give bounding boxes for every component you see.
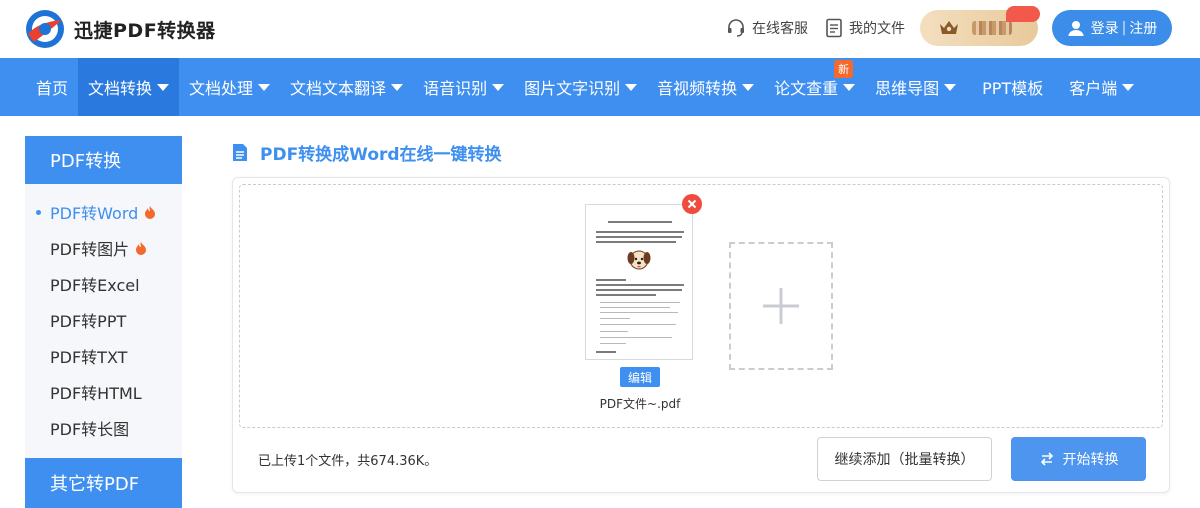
nav-item-paper-check[interactable]: 论文查重 新 bbox=[764, 58, 865, 116]
register-label[interactable]: 注册 bbox=[1129, 18, 1157, 38]
dog-illustration bbox=[627, 250, 651, 270]
sidebar-item-pdf-to-ppt[interactable]: PDF转PPT bbox=[25, 302, 182, 338]
page-title: PDF转换成Word在线一键转换 bbox=[232, 140, 502, 165]
my-files-link[interactable]: 我的文件 bbox=[825, 18, 905, 38]
user-icon bbox=[1068, 21, 1084, 36]
headset-icon bbox=[728, 19, 744, 37]
vip-promo-tag bbox=[1006, 6, 1040, 22]
nav-item-doc-translate[interactable]: 文档文本翻译 bbox=[280, 58, 413, 116]
close-icon bbox=[687, 199, 697, 209]
upload-status: 已上传1个文件，共674.36K。 bbox=[258, 454, 438, 469]
continue-add-button[interactable]: 继续添加（批量转换） bbox=[817, 437, 992, 481]
nav-item-image-ocr[interactable]: 图片文字识别 bbox=[514, 58, 647, 116]
nav-item-doc-process[interactable]: 文档处理 bbox=[179, 58, 280, 116]
nav-item-home[interactable]: 首页 bbox=[26, 58, 78, 116]
chevron-down-icon bbox=[742, 83, 755, 91]
nav-item-doc-convert[interactable]: 文档转换 bbox=[78, 58, 180, 116]
sidebar-section-other-to-pdf[interactable]: 其它转PDF bbox=[25, 458, 182, 508]
chevron-down-icon bbox=[157, 83, 170, 91]
sidebar-item-pdf-to-excel[interactable]: PDF转Excel bbox=[25, 266, 182, 302]
file-icon bbox=[233, 144, 247, 161]
fire-icon bbox=[145, 206, 156, 219]
new-badge: 新 bbox=[834, 60, 854, 78]
sidebar-item-pdf-to-word[interactable]: PDF转Word bbox=[25, 194, 182, 230]
chevron-down-icon bbox=[391, 83, 404, 91]
sidebar: PDF转换 PDF转Word PDF转图片 PDF转Excel PDF转PPT … bbox=[25, 136, 182, 508]
chevron-down-icon bbox=[1122, 83, 1135, 91]
active-dot bbox=[36, 210, 41, 215]
add-file-box[interactable] bbox=[729, 242, 833, 370]
online-service-label: 在线客服 bbox=[752, 21, 808, 37]
login-separator: | bbox=[1121, 20, 1127, 36]
sidebar-item-pdf-to-txt[interactable]: PDF转TXT bbox=[25, 338, 182, 374]
pdf-thumbnail[interactable] bbox=[585, 204, 693, 360]
login-register-button[interactable]: 登录 | 注册 bbox=[1052, 10, 1172, 46]
sidebar-list: PDF转Word PDF转图片 PDF转Excel PDF转PPT PDF转TX… bbox=[25, 184, 182, 446]
vip-membership-badge[interactable] bbox=[920, 6, 1040, 46]
sidebar-item-pdf-to-html[interactable]: PDF转HTML bbox=[25, 374, 182, 410]
nav-item-speech-recognition[interactable]: 语音识别 bbox=[413, 58, 514, 116]
chevron-down-icon bbox=[492, 83, 505, 91]
chevron-down-icon bbox=[944, 83, 957, 91]
page-title-text: PDF转换成Word在线一键转换 bbox=[260, 145, 502, 165]
start-convert-button[interactable]: 开始转换 bbox=[1011, 437, 1146, 481]
vip-label-blurred bbox=[972, 21, 1012, 35]
fire-icon bbox=[136, 242, 147, 255]
nav-item-av-convert[interactable]: 音视频转换 bbox=[647, 58, 764, 116]
main-nav: 首页 文档转换 文档处理 文档文本翻译 语音识别 图片文字识别 音视频转换 论文… bbox=[0, 58, 1200, 116]
swap-arrows-icon bbox=[1040, 452, 1053, 466]
chevron-down-icon bbox=[258, 83, 271, 91]
nav-item-mind-map[interactable]: 思维导图 bbox=[865, 58, 966, 116]
logo-icon bbox=[26, 10, 64, 48]
sidebar-section-pdf-convert[interactable]: PDF转换 bbox=[25, 136, 182, 184]
brand-name: 迅捷PDF转换器 bbox=[74, 19, 216, 42]
sidebar-item-pdf-to-long-image[interactable]: PDF转长图 bbox=[25, 410, 182, 446]
top-header: 迅捷PDF转换器 在线客服 我的文件 登录 | 注册 bbox=[0, 0, 1200, 58]
start-convert-label: 开始转换 bbox=[1062, 452, 1119, 468]
remove-file-button[interactable] bbox=[682, 194, 702, 214]
my-files-label: 我的文件 bbox=[849, 21, 905, 37]
chevron-down-icon bbox=[625, 83, 638, 91]
document-icon bbox=[826, 18, 842, 38]
file-dropzone[interactable]: 编辑 PDF文件~.pdf bbox=[239, 184, 1163, 428]
brand-logo[interactable]: 迅捷PDF转换器 bbox=[24, 8, 216, 50]
nav-item-ppt-templates[interactable]: PPT模板 bbox=[966, 58, 1059, 116]
upload-panel: 编辑 PDF文件~.pdf 已上传1个文件，共674.36K。 继续添加（批量转… bbox=[232, 177, 1170, 493]
login-label[interactable]: 登录 bbox=[1091, 18, 1119, 38]
plus-icon bbox=[763, 288, 799, 324]
sidebar-item-pdf-to-image[interactable]: PDF转图片 bbox=[25, 230, 182, 266]
online-service-link[interactable]: 在线客服 bbox=[726, 18, 808, 38]
file-name: PDF文件~.pdf bbox=[599, 397, 681, 411]
crown-icon bbox=[940, 21, 958, 34]
chevron-down-icon bbox=[843, 83, 856, 91]
edit-file-button[interactable]: 编辑 bbox=[620, 367, 660, 387]
nav-item-client[interactable]: 客户端 bbox=[1059, 58, 1144, 116]
